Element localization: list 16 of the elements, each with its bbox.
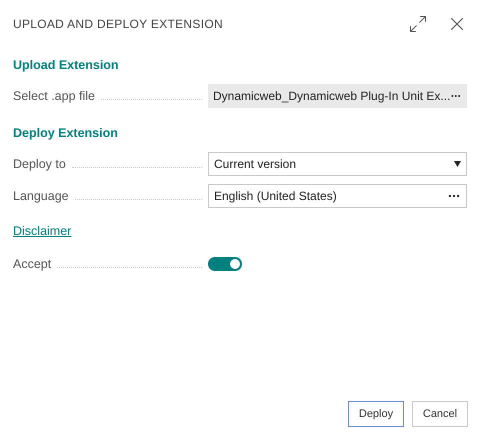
section-heading: Upload Extension: [13, 58, 120, 72]
input-field[interactable]: Dynamicweb_Dynamicweb Plug-In Unit Ex...: [208, 84, 467, 108]
cancel-button[interactable]: Cancel: [412, 401, 468, 427]
field-label: Accept: [13, 257, 52, 271]
dropdown-caret-icon: [454, 161, 461, 167]
field-label: Select .app file: [13, 89, 95, 103]
section-heading: Deploy Extension: [13, 126, 119, 140]
accept-toggle[interactable]: [208, 257, 242, 271]
deploy-button[interactable]: Deploy: [348, 401, 404, 427]
input-field[interactable]: English (United States): [208, 184, 467, 208]
disclaimer-link[interactable]: Disclaimer: [13, 224, 72, 238]
dropdown-field[interactable]: Current version: [208, 152, 467, 176]
expand-icon[interactable]: [408, 14, 428, 34]
dialog-title: UPLOAD AND DEPLOY EXTENSION: [13, 17, 224, 31]
field-label: Deploy to: [13, 157, 66, 171]
field-label: Language: [13, 189, 69, 203]
